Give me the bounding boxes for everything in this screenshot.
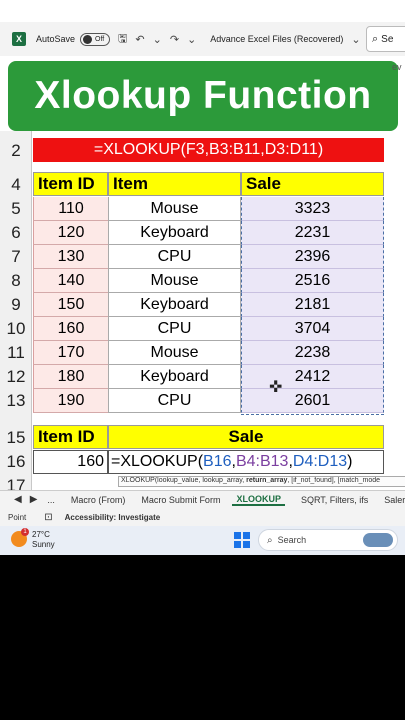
cell-item-id[interactable]: 120: [33, 221, 108, 245]
row-number[interactable]: 15: [0, 428, 32, 448]
cell-item-id[interactable]: 140: [33, 269, 108, 293]
row-number[interactable]: 16: [0, 452, 32, 472]
sheet-prev-icon[interactable]: ◀: [14, 494, 22, 505]
cell-item[interactable]: Keyboard: [108, 365, 241, 389]
lookup-header-item-id[interactable]: Item ID: [33, 425, 108, 449]
formula-banner-cell[interactable]: =XLOOKUP(F3,B3:B11,D3:D11): [33, 138, 384, 162]
weather-condition: Sunny: [32, 540, 55, 549]
title-banner: Xlookup Function: [8, 61, 398, 131]
search-icon: ⌕: [267, 534, 273, 546]
cell-sale[interactable]: 3323: [241, 197, 384, 221]
search-label: Se: [381, 33, 394, 45]
sheet-tab-sqrt-filters-ifs[interactable]: SQRT, Filters, ifs: [301, 495, 368, 505]
row-number[interactable]: 7: [0, 247, 32, 267]
chevron-down-icon[interactable]: ⌄: [153, 33, 162, 46]
search-icon: ⌕: [372, 32, 379, 45]
sheet-tab-macro-submit-form[interactable]: Macro Submit Form: [141, 495, 220, 505]
redo-icon[interactable]: ↷: [170, 33, 179, 46]
range-selection-border: [241, 414, 384, 415]
row-number[interactable]: 8: [0, 271, 32, 291]
cell-sale[interactable]: 2231: [241, 221, 384, 245]
header-item-id[interactable]: Item ID: [33, 172, 108, 196]
lookup-formula-cell[interactable]: =XLOOKUP(B16, B4:B13, D4:D13): [108, 450, 384, 474]
sheet-tab-salery[interactable]: Salery Sh: [384, 495, 405, 505]
formula-ref-lookup-array: B4:B13: [235, 453, 289, 470]
undo-icon[interactable]: ↶: [135, 33, 144, 46]
title-bar: X AutoSave Off 🖫 ↶ ⌄ ↷ ⌄ Advance Excel F…: [0, 22, 405, 56]
cell-item[interactable]: Keyboard: [108, 221, 241, 245]
cell-item-id[interactable]: 170: [33, 341, 108, 365]
row-number[interactable]: 10: [0, 319, 32, 339]
chevron-down-icon[interactable]: ⌄: [351, 33, 360, 46]
row-number[interactable]: 6: [0, 223, 32, 243]
sheet-tab-bar: ◀ ▶ ... Macro (From) Macro Submit Form X…: [0, 490, 405, 508]
row-number[interactable]: 11: [0, 343, 32, 363]
cell-item-id[interactable]: 160: [33, 317, 108, 341]
cell-item[interactable]: Mouse: [108, 269, 241, 293]
cell-item-id[interactable]: 180: [33, 365, 108, 389]
row-number[interactable]: 13: [0, 391, 32, 411]
cell-sale[interactable]: 2181: [241, 293, 384, 317]
windows-start-icon[interactable]: [234, 532, 250, 548]
cell-sale[interactable]: 2396: [241, 245, 384, 269]
accessibility-status[interactable]: Accessibility: Investigate: [65, 513, 161, 522]
lookup-id-cell[interactable]: 160: [33, 450, 108, 474]
row-number[interactable]: 12: [0, 367, 32, 387]
macro-record-icon[interactable]: ⊡: [44, 512, 52, 523]
notification-badge: 1: [21, 528, 29, 536]
lookup-header-sale[interactable]: Sale: [108, 425, 384, 449]
cell-item[interactable]: Mouse: [108, 197, 241, 221]
cell-item[interactable]: CPU: [108, 245, 241, 269]
sheet-tab-xlookup[interactable]: XLOOKUP: [232, 494, 285, 506]
function-signature-tooltip[interactable]: XLOOKUP(lookup_value, lookup_array, retu…: [118, 476, 405, 487]
row-number[interactable]: 2: [0, 141, 32, 161]
autosave-state: Off: [95, 35, 105, 43]
cell-item[interactable]: CPU: [108, 389, 241, 413]
cell-sale[interactable]: 3704: [241, 317, 384, 341]
cell-sale[interactable]: 2412: [241, 365, 384, 389]
cell-sale[interactable]: 2601: [241, 389, 384, 413]
search-highlight-icon[interactable]: [363, 533, 393, 547]
formula-ref-lookup-value: B16: [203, 453, 232, 470]
formula-suffix: ): [347, 453, 353, 470]
status-mode: Point: [8, 512, 27, 522]
taskbar: 1 27°C Sunny ⌕ Search: [0, 526, 405, 555]
sheet-tab-macro-from[interactable]: Macro (From): [71, 495, 126, 505]
save-icon[interactable]: 🖫: [118, 30, 127, 49]
formula-ref-return-array: D4:D13: [292, 453, 348, 470]
formula-prefix: =XLOOKUP(: [111, 453, 204, 470]
tooltip-current-arg: return_array: [246, 477, 288, 484]
cell-item[interactable]: CPU: [108, 317, 241, 341]
cell-item-id[interactable]: 110: [33, 197, 108, 221]
status-bar: Point ⊡ Accessibility: Investigate: [0, 508, 405, 526]
cell-item-id[interactable]: 190: [33, 389, 108, 413]
search-peek-text: ev: [392, 62, 402, 72]
row-number[interactable]: 4: [0, 175, 32, 195]
header-sale[interactable]: Sale: [241, 172, 384, 196]
cell-item-id[interactable]: 150: [33, 293, 108, 317]
autosave-label: AutoSave: [36, 34, 76, 44]
sheet-next-icon[interactable]: ▶: [30, 494, 38, 505]
header-item[interactable]: Item: [108, 172, 241, 196]
tooltip-text: , [if_not_found], [match_mode: [287, 477, 381, 484]
row-number[interactable]: 5: [0, 199, 32, 219]
cell-item-id[interactable]: 130: [33, 245, 108, 269]
row-number[interactable]: 9: [0, 295, 32, 315]
document-title: Advance Excel Files (Recovered): [210, 34, 344, 44]
tooltip-text: XLOOKUP(lookup_value, lookup_array,: [121, 477, 247, 484]
cell-item[interactable]: Mouse: [108, 341, 241, 365]
autosave-toggle[interactable]: Off: [80, 32, 111, 46]
toggle-knob: [83, 34, 93, 44]
screen: X AutoSave Off 🖫 ↶ ⌄ ↷ ⌄ Advance Excel F…: [0, 0, 405, 555]
weather-temperature: 27°C: [32, 530, 50, 539]
cell-sale[interactable]: 2516: [241, 269, 384, 293]
cell-item[interactable]: Keyboard: [108, 293, 241, 317]
cell-sale[interactable]: 2238: [241, 341, 384, 365]
cell-cursor-icon: ✜: [269, 379, 283, 396]
more-sheets-icon[interactable]: ...: [47, 495, 55, 505]
taskbar-search-placeholder: Search: [277, 535, 307, 545]
excel-logo-icon: X: [12, 32, 26, 46]
chevron-down-icon[interactable]: ⌄: [187, 33, 196, 46]
search-input[interactable]: ⌕ Se: [366, 26, 405, 52]
